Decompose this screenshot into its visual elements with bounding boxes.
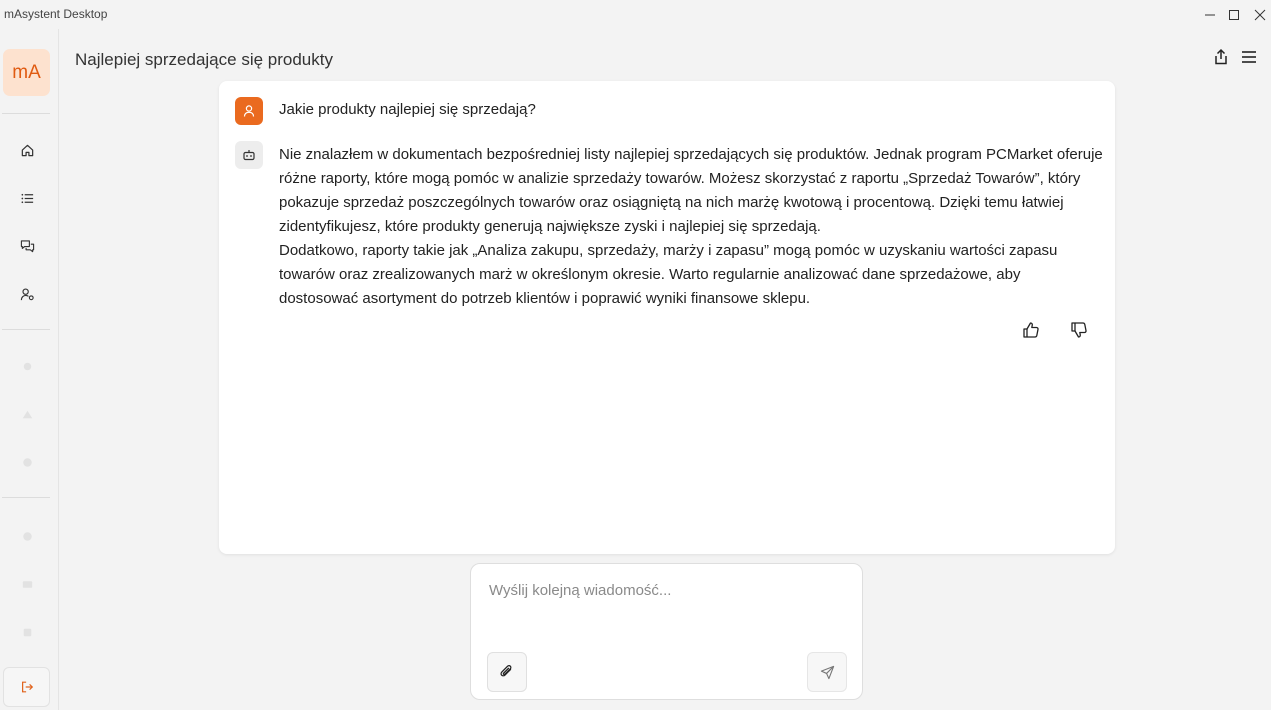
send-button[interactable]	[807, 652, 847, 692]
sidebar-item-disabled	[14, 619, 40, 645]
sidebar-item-users[interactable]	[14, 281, 40, 307]
bot-avatar	[235, 141, 263, 169]
chat-icon	[20, 239, 34, 252]
placeholder-icon	[23, 362, 31, 370]
user-message: Jakie produkty najlepiej się sprzedają?	[279, 101, 536, 118]
placeholder-icon	[23, 628, 31, 636]
message-composer	[470, 563, 863, 700]
thumbs-down-button[interactable]	[1067, 318, 1091, 342]
close-icon	[1254, 9, 1266, 20]
maximize-icon	[1229, 9, 1239, 20]
logout-button[interactable]	[3, 667, 50, 707]
sidebar-item-disabled	[14, 353, 40, 379]
thumbs-up-icon	[1023, 322, 1039, 338]
placeholder-icon	[22, 457, 32, 467]
user-avatar	[235, 97, 263, 125]
list-icon	[21, 193, 33, 203]
menu-button[interactable]	[1238, 46, 1260, 68]
user-settings-icon	[20, 288, 34, 300]
close-button[interactable]	[1244, 0, 1271, 29]
placeholder-icon	[22, 531, 32, 541]
robot-icon	[243, 150, 255, 161]
sidebar-item-disabled	[14, 523, 40, 549]
share-icon	[1215, 48, 1227, 65]
sidebar-divider	[2, 113, 50, 114]
bot-message-paragraph: Dodatkowo, raporty takie jak „Analiza za…	[279, 242, 1058, 307]
bot-message-paragraph: Nie znalazłem w dokumentach bezpośrednie…	[279, 146, 1103, 235]
thumbs-down-icon	[1071, 322, 1087, 338]
sidebar-divider	[2, 329, 50, 330]
app-logo[interactable]: mA	[3, 49, 50, 96]
logout-icon	[21, 681, 33, 693]
user-icon	[243, 105, 255, 117]
bot-message: Nie znalazłem w dokumentach bezpośrednie…	[279, 143, 1103, 311]
sidebar-divider	[2, 497, 50, 498]
sidebar-item-disabled	[14, 449, 40, 475]
page-title: Najlepiej sprzedające się produkty	[75, 50, 333, 69]
menu-icon	[1242, 51, 1256, 63]
attach-button[interactable]	[487, 652, 527, 692]
sidebar-item-list[interactable]	[14, 185, 40, 211]
chat-panel: Jakie produkty najlepiej się sprzedają? …	[219, 81, 1115, 554]
title-bar: mAsystent Desktop	[0, 0, 1271, 29]
placeholder-icon	[22, 410, 32, 418]
send-icon	[820, 665, 834, 679]
window-title: mAsystent Desktop	[4, 7, 108, 21]
home-icon	[21, 144, 33, 156]
sidebar-item-disabled	[14, 571, 40, 597]
placeholder-icon	[22, 580, 32, 588]
sidebar-item-chats[interactable]	[14, 233, 40, 259]
sidebar: mA	[0, 29, 59, 710]
sidebar-item-disabled	[14, 401, 40, 427]
share-button[interactable]	[1210, 46, 1232, 68]
sidebar-item-home[interactable]	[14, 137, 40, 163]
message-input[interactable]	[489, 582, 844, 642]
minimize-icon	[1205, 14, 1215, 15]
thumbs-up-button[interactable]	[1019, 318, 1043, 342]
paperclip-icon	[500, 665, 512, 677]
